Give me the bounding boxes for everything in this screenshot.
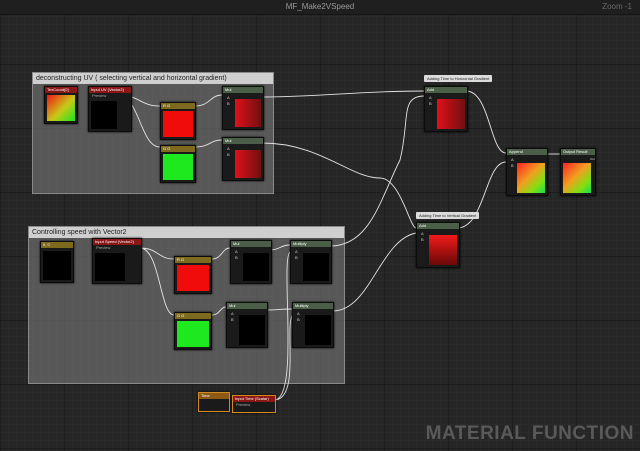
node-append[interactable]: Append A B [506,148,548,196]
node-mask-g2[interactable]: G G [174,312,212,350]
node-preview [177,321,209,347]
watermark: MATERIAL FUNCTION [425,423,634,444]
pin-a[interactable]: A [295,249,298,254]
pin-a[interactable]: A [227,95,230,100]
node-add-top[interactable]: Add A B [424,86,468,132]
node-preview [243,253,269,281]
node-mul2[interactable]: Mul A B [222,137,264,181]
pin-out[interactable]: Out [590,157,595,161]
node-add-bottom[interactable]: Add A B [416,222,460,268]
pin-b[interactable]: B [231,317,234,322]
wire [194,94,223,107]
node-title: G G [161,146,195,152]
node-mask-r2[interactable]: R G [174,256,212,294]
node-title: Multiply [291,241,331,247]
node-title: Mul [223,138,263,144]
pin-a[interactable]: A [429,95,432,100]
node-input-time[interactable]: Input Time (Scalar) Preview [232,395,276,413]
pin-b[interactable]: B [297,317,300,322]
wire [261,90,425,98]
node-preview [235,99,261,127]
node-preview [91,101,117,129]
pin-b[interactable]: B [421,237,424,242]
wire [332,232,417,312]
node-title: 0, 0 [41,242,73,248]
preview-pin-label: Preview [236,402,251,407]
node-mul1[interactable]: Mul A B [222,86,264,130]
node-time[interactable]: Time [198,392,230,412]
node-input-speed[interactable]: Input Speed (Vector2) Preview [92,238,142,284]
node-title: Mul [223,87,263,93]
node-preview [305,315,331,345]
wire [211,306,227,316]
pin-a[interactable]: A [235,249,238,254]
wire [261,142,417,229]
node-preview [47,95,75,121]
wire [265,308,293,311]
node-preview [437,99,465,129]
pin-b[interactable]: B [429,101,432,106]
node-title: Append [507,149,547,155]
node-preview [163,111,193,137]
tag-vertical: Adding Time to Vertical Gradient [416,212,480,219]
node-multiply2[interactable]: Multiply A B [292,302,334,348]
preview-pin-label: Preview [92,93,107,98]
node-preview [95,253,125,281]
node-title: Add [417,223,459,229]
pin-a[interactable]: A [297,311,300,316]
wire [273,251,291,401]
tag-horizontal: Adding Time to Horizontal Gradient [424,75,493,82]
node-title: Time [199,393,229,399]
node-preview [177,265,209,291]
node-title: TexCoord[0] [45,87,77,93]
node-output-result[interactable]: Output Result Out [560,148,596,196]
pin-b[interactable]: B [511,163,514,168]
preview-pin-label: Preview [96,245,111,250]
wire [273,315,293,401]
node-texcoord[interactable]: TexCoord[0] [44,86,78,124]
pin-a[interactable]: A [511,157,514,162]
node-title: Mul [227,303,267,309]
node-preview [163,154,193,180]
node-preview [517,163,545,193]
node-preview [429,235,457,265]
node-title: Output Result [561,149,595,155]
wire [465,90,507,154]
node-title: R G [161,103,195,109]
node-title: Multiply [293,303,333,309]
node-mask-g1[interactable]: G G [160,145,196,183]
node-input-uv[interactable]: Input UV (Vector2) Preview [88,86,132,132]
wire-layer [116,90,562,401]
node-constant2[interactable]: 0, 0 [40,241,74,283]
node-title: R G [175,257,211,263]
node-title: G G [175,313,211,319]
node-sub-mul2[interactable]: Mul A B [226,302,268,348]
pin-a[interactable]: A [231,311,234,316]
wire [269,244,291,251]
pin-a[interactable]: A [227,146,230,151]
pin-b[interactable]: B [295,255,298,260]
pin-b[interactable]: B [227,152,230,157]
node-title: Add [425,87,467,93]
node-multiply1[interactable]: Multiply A B [290,240,332,284]
node-title: Mul [231,241,271,247]
wire [194,139,223,148]
node-preview [239,315,265,345]
node-preview [303,253,329,281]
wire [329,95,425,247]
pin-b[interactable]: B [235,255,238,260]
node-sub-mul1[interactable]: Mul A B [230,240,272,284]
pin-b[interactable]: B [227,101,230,106]
node-preview [235,150,261,178]
node-mask-r1[interactable]: R G [160,102,196,140]
node-preview [43,251,71,280]
pin-a[interactable]: A [421,231,424,236]
node-preview [563,163,591,193]
wire [211,247,231,260]
